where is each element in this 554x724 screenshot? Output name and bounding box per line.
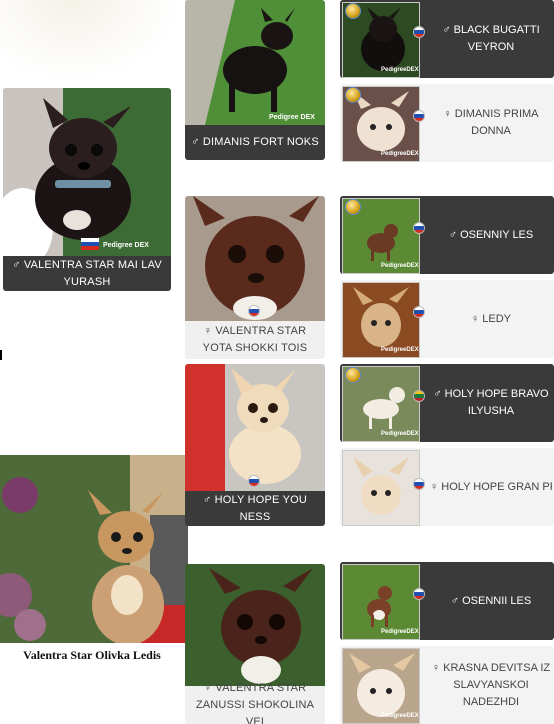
pedigreedex-watermark: PedigreeDEX [381,713,419,719]
dog-photo-grandparent-6 [342,450,420,526]
dog-card-grandparent-8[interactable]: PedigreeDEX ♀ KRASNA DEVITSA IZ SLAVYANS… [340,646,554,724]
dog-card-grandparent-4[interactable]: PedigreeDEX ♀ LEDY [340,280,554,358]
dog-label-grandparent-6: ♀ HOLY HOPE GRAN PRI [430,480,552,493]
dog-label-parent-4: ♀ VALENTRA STAR ZANUSSI SHOKOLINA VEI [185,682,325,724]
dog-photo-parent-4 [185,564,325,686]
dog-card-grandparent-1[interactable]: PedigreeDEX ♂ BLACK BUGATTI VEYRON [340,0,554,78]
dog-label-self: ♂ VALENTRA STAR MAI LAV YURASH [3,256,171,291]
dog-photo-grandparent-4: PedigreeDEX [342,282,420,358]
pedigreedex-watermark: Pedigree DEX [269,114,315,121]
dog-photo-parent-2 [185,196,325,321]
dog-label-grandparent-5: ♂ HOLY HOPE BRAVO ILYUSHA [433,388,549,417]
russia-flag-icon [414,223,424,233]
dog-label-grandparent-2: ♀ DIMANIS PRIMA DONNA [443,108,539,137]
award-medal-icon [346,200,360,214]
dog-photo-self: Pedigree DEX [3,88,171,256]
dog-label-grandparent-1: ♂ BLACK BUGATTI VEYRON [442,24,540,53]
dog-card-parent-2[interactable]: ♀ VALENTRA STAR YOTA SHOKKI TOIS [185,196,325,359]
dog-label-parent-2: ♀ VALENTRA STAR YOTA SHOKKI TOIS [185,321,325,359]
russia-flag-icon [249,476,259,486]
dog-photo-grandparent-8: PedigreeDEX [342,648,420,724]
russia-flag-icon [414,589,424,599]
dog-card-grandparent-3[interactable]: PedigreeDEX ♂ OSENNIY LES [340,196,554,274]
russia-flag-icon [81,238,99,250]
dam-caption: Valentra Star Olivka Ledis [23,648,161,662]
edge-marker [0,350,2,360]
dog-label-grandparent-8: ♀ KRASNA DEVITSA IZ SLAVYANSKOI NADEZHDI [431,661,551,708]
dog-label-grandparent-7: ♂ OSENNII LES [450,594,532,607]
dog-photo-dam[interactable] [0,455,188,643]
background-wash [0,0,180,80]
dog-label-parent-1: ♂ DIMANIS FORT NOKS [185,125,325,160]
dog-card-grandparent-7[interactable]: PedigreeDEX ♂ OSENNII LES [340,562,554,640]
pedigreedex-watermark: PedigreeDEX [381,151,419,157]
award-medal-icon [346,88,360,102]
dog-photo-grandparent-7: PedigreeDEX [342,564,420,640]
russia-flag-icon [414,111,424,121]
award-medal-icon [346,4,360,18]
dog-card-parent-3[interactable]: ♂ HOLY HOPE YOU NESS [185,364,325,526]
dog-label-grandparent-4: ♀ LEDY [470,312,512,325]
pedigreedex-watermark: Pedigree DEX [103,242,149,249]
russia-flag-icon [414,479,424,489]
dog-card-parent-4[interactable]: ♀ VALENTRA STAR ZANUSSI SHOKOLINA VEI [185,564,325,724]
dog-card-grandparent-2[interactable]: PedigreeDEX ♀ DIMANIS PRIMA DONNA [340,84,554,162]
dog-card-parent-1[interactable]: Pedigree DEX ♂ DIMANIS FORT NOKS [185,0,325,160]
dog-label-grandparent-3: ♂ OSENNIY LES [448,228,534,241]
dog-label-parent-3: ♂ HOLY HOPE YOU NESS [185,491,325,526]
pedigreedex-watermark: PedigreeDEX [381,347,419,353]
russia-flag-icon [249,306,259,316]
pedigreedex-watermark: PedigreeDEX [381,431,419,437]
pedigreedex-watermark: PedigreeDEX [381,629,419,635]
dog-photo-parent-1: Pedigree DEX [185,0,325,125]
pedigreedex-watermark: PedigreeDEX [381,263,419,269]
pedigreedex-watermark: PedigreeDEX [381,67,419,73]
lithuania-flag-icon [414,391,424,401]
dog-card-grandparent-6[interactable]: ♀ HOLY HOPE GRAN PRI [340,448,554,526]
dog-card-grandparent-5[interactable]: PedigreeDEX ♂ HOLY HOPE BRAVO ILYUSHA [340,364,554,442]
award-medal-icon [346,368,360,382]
russia-flag-icon [414,27,424,37]
russia-flag-icon [414,307,424,317]
dog-photo-parent-3 [185,364,325,491]
dog-card-self[interactable]: Pedigree DEX ♂ VALENTRA STAR MAI LAV YUR… [3,88,171,291]
